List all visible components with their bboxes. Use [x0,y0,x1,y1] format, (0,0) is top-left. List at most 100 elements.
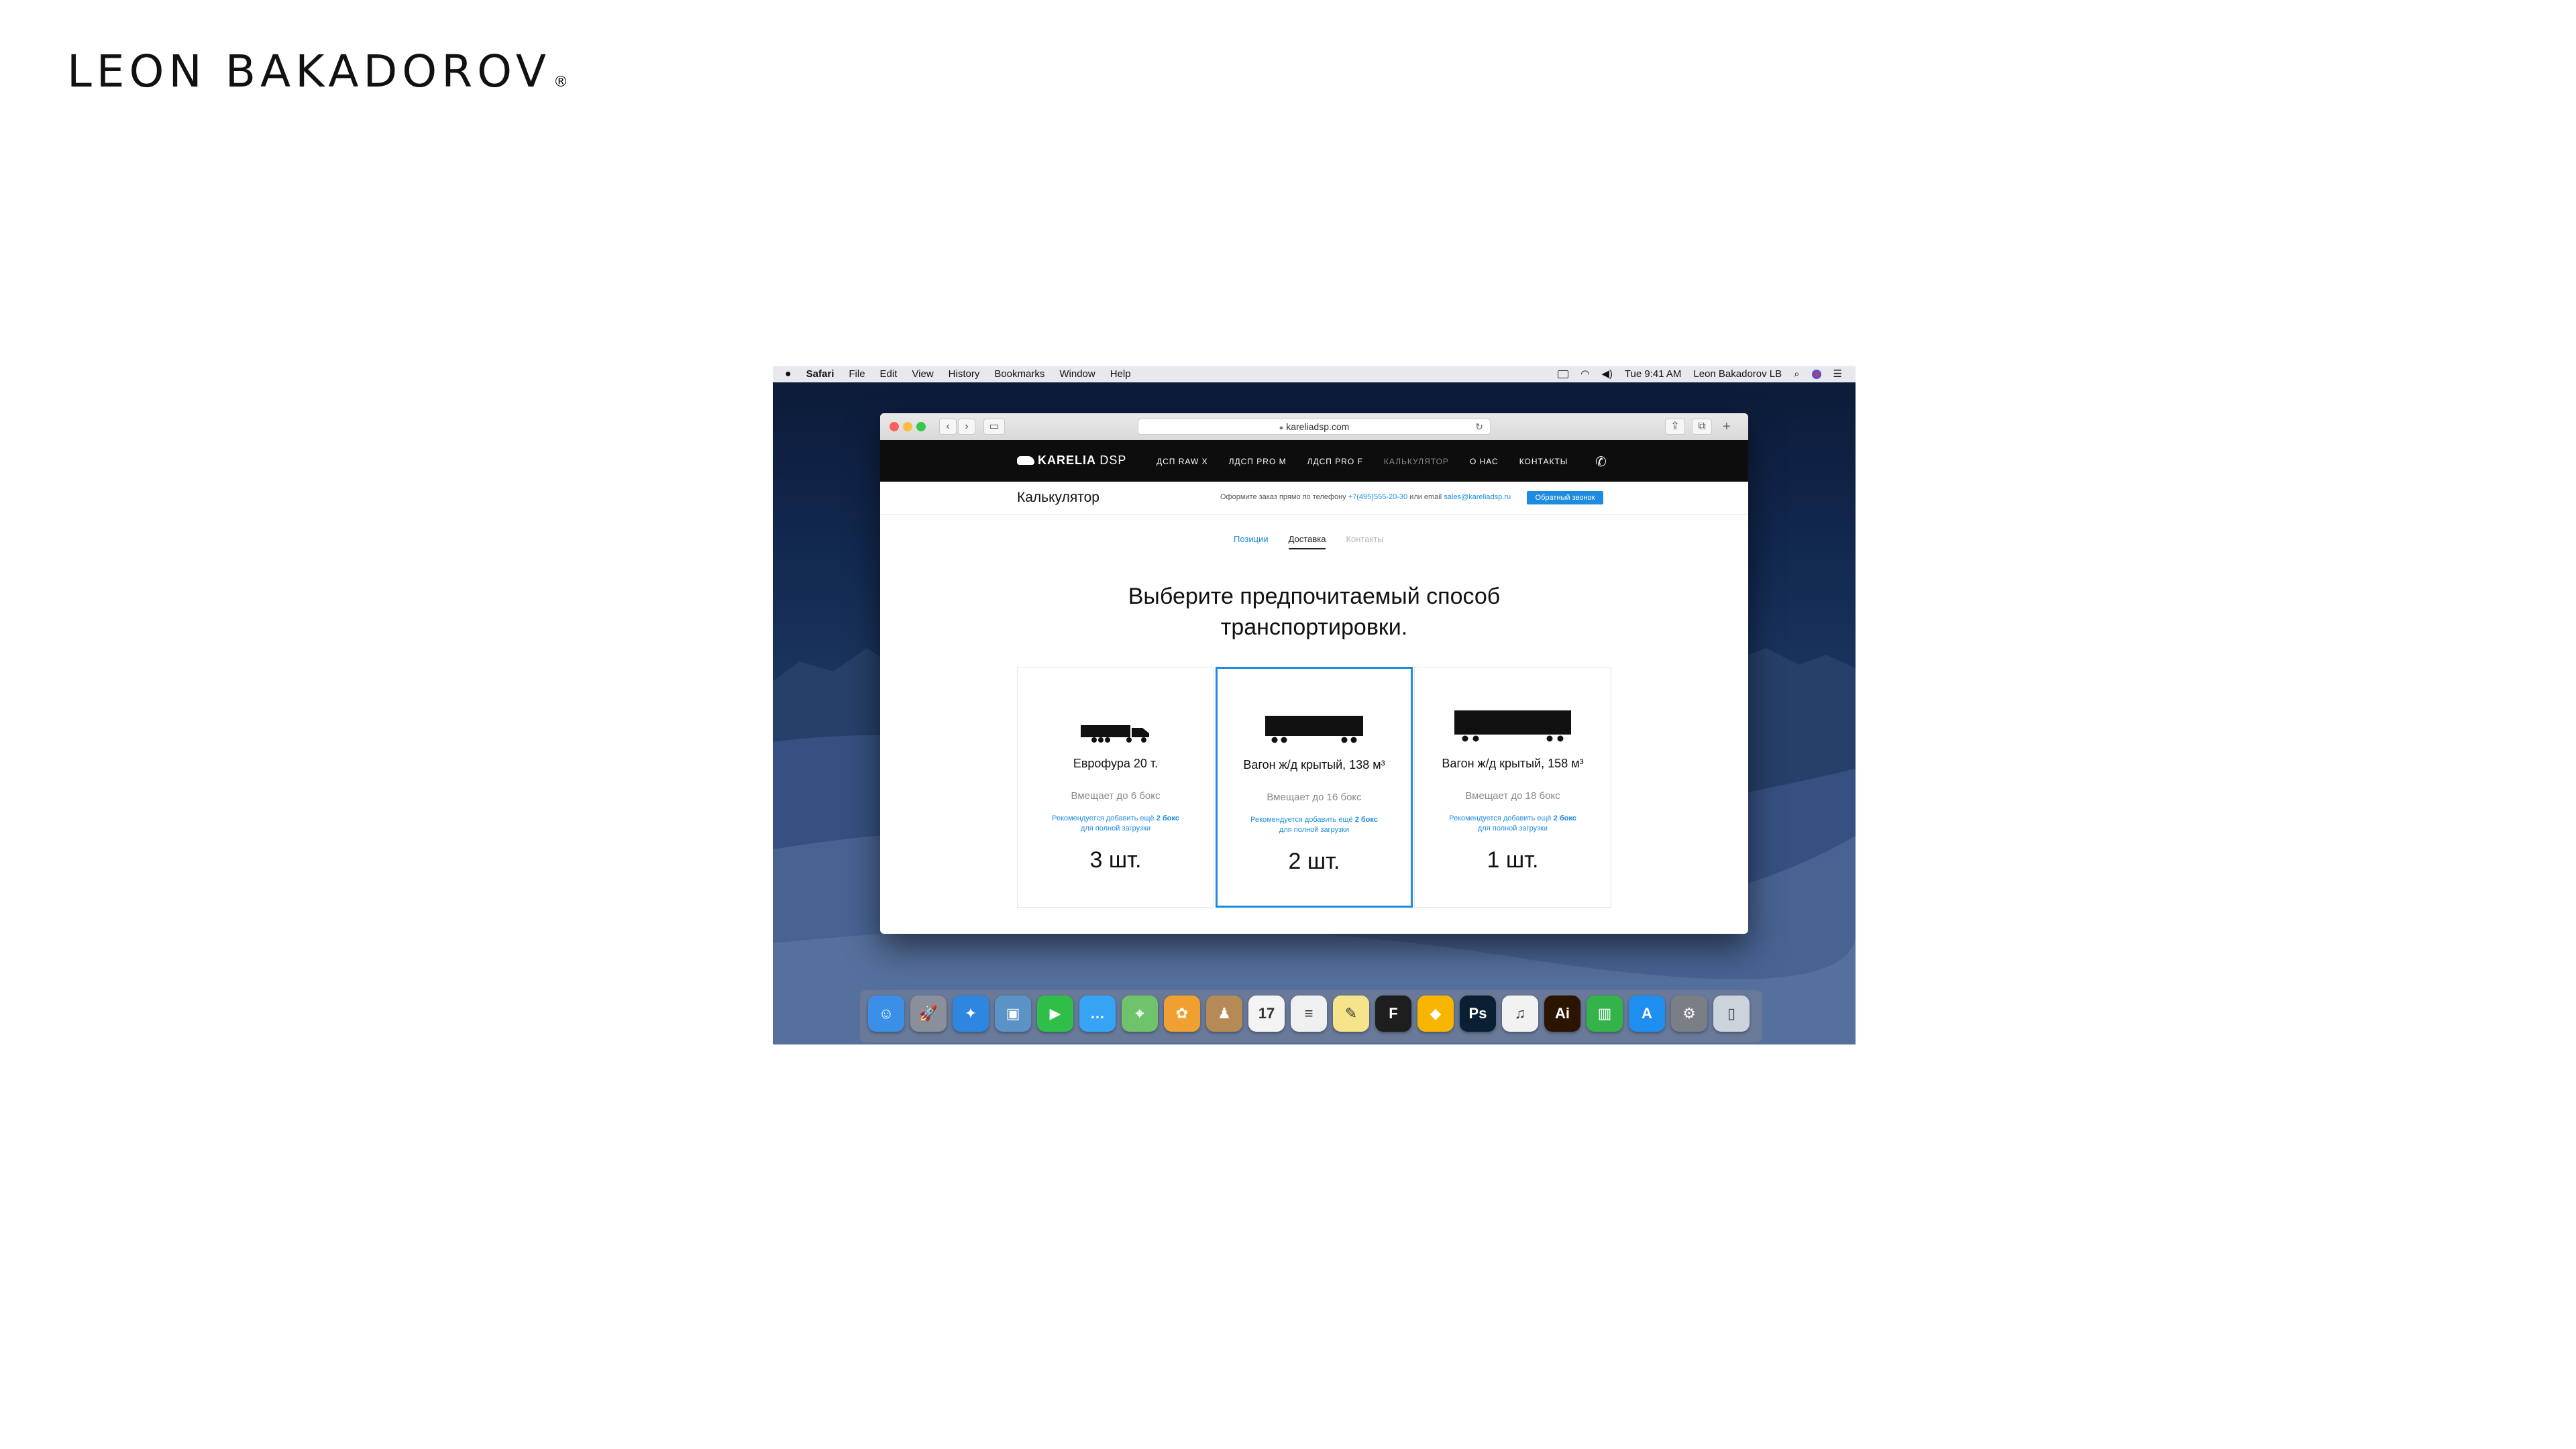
spotlight-icon[interactable]: ⌕ [1794,366,1799,382]
menu-view[interactable]: View [912,366,933,382]
heading-line-2: транспортировки. [1220,614,1408,640]
logo-text: KARELIA [1038,453,1096,467]
menu-help[interactable]: Help [1110,366,1131,382]
card-quantity: 2 шт. [1288,849,1340,874]
mac-screen: ● Safari File Edit View History Bookmark… [773,366,1856,1044]
tab-positions[interactable]: Позиции [1234,534,1269,549]
rec-count: 2 бокс [1553,814,1576,822]
truck-icon [1081,725,1149,743]
sidebar-toggle-icon[interactable]: ▭ [983,419,1005,435]
card-name: Еврофура 20 т. [1073,757,1159,770]
card-recommendation: Рекомендуется добавить ещё 2 бокс для пол… [1415,814,1611,834]
rec-suffix: для полной загрузки [1477,824,1548,833]
app-store-icon[interactable]: A [1629,996,1665,1032]
finder-icon[interactable]: ☺ [868,996,904,1032]
back-button[interactable]: ‹ [939,419,957,435]
system-preferences-icon[interactable]: ⚙ [1671,996,1707,1032]
callback-button[interactable]: Обратный звонок [1527,491,1603,504]
itunes-icon[interactable]: ♫ [1502,996,1538,1032]
order-email-link[interactable]: sales@kareliadsp.ru [1444,493,1511,501]
notes-icon[interactable]: ✎ [1333,996,1369,1032]
page-title: Калькулятор [1017,490,1099,505]
messages-icon[interactable]: … [1079,996,1116,1032]
card-recommendation: Рекомендуется добавить ещё 2 бокс для пол… [1018,814,1214,834]
order-phone-link[interactable]: +7(495)555-20-30 [1348,493,1407,501]
rec-prefix: Рекомендуется добавить ещё [1052,814,1155,822]
menu-bookmarks[interactable]: Bookmarks [994,366,1044,382]
facetime-icon[interactable]: ▶ [1037,996,1073,1032]
nav-contacts[interactable]: КОНТАКТЫ [1519,457,1568,466]
rec-suffix: для полной загрузки [1080,824,1151,833]
tab-contacts[interactable]: Контакты [1346,534,1383,549]
preview-icon[interactable]: ▣ [995,996,1031,1032]
minimize-window-button[interactable] [903,422,912,431]
dock: ☺ 🚀 ✦ ▣ ▶… ⌖ ✿ ♟ 17 ≡ ✎ F ◆ Ps ♫ Ai ▥ A ⚙ ▯ [860,990,1762,1042]
menubar-user[interactable]: Leon Bakadorov LB [1693,366,1782,382]
step-heading: Выберите предпочитаемый способ транспорт… [880,581,1748,643]
illustrator-icon[interactable]: Ai [1544,996,1580,1032]
rec-prefix: Рекомендуется добавить ещё [1250,816,1353,824]
calendar-icon[interactable]: 17 [1248,996,1285,1032]
nav-ldsp-pro-f[interactable]: ЛДСП PRO F [1307,457,1363,466]
logo-suffix: DSP [1099,453,1127,467]
card-name: Вагон ж/д крытый, 158 м³ [1442,757,1584,770]
close-window-button[interactable] [890,422,899,431]
transport-card-wagon-138[interactable]: Вагон ж/д крытый, 138 м³ Вмещает до 16 б… [1216,667,1413,908]
rec-suffix: для полной загрузки [1279,826,1350,834]
card-quantity: 1 шт. [1487,847,1539,873]
card-name: Вагон ж/д крытый, 138 м³ [1243,758,1385,771]
airplay-icon[interactable] [1558,370,1569,378]
menu-file[interactable]: File [849,366,865,382]
nav-ldsp-pro-m[interactable]: ЛДСП PRO M [1229,457,1287,466]
photoshop-icon[interactable]: Ps [1460,996,1496,1032]
site-navbar: KARELIA DSP ДСП RAW X ЛДСП PRO M ЛДСП PR… [880,440,1748,482]
phone-icon[interactable]: ✆ [1595,453,1607,470]
card-recommendation: Рекомендуется добавить ещё 2 бокс для пол… [1218,815,1411,835]
figma-icon[interactable]: F [1375,996,1411,1032]
apple-menu-icon[interactable]: ● [785,366,792,382]
order-info: Оформите заказ прямо по телефону +7(495)… [1220,493,1511,501]
menu-edit[interactable]: Edit [880,366,898,382]
zoom-window-button[interactable] [916,422,926,431]
siri-icon[interactable] [1811,370,1821,379]
bear-logo-icon [1017,456,1034,465]
transport-card-wagon-158[interactable]: Вагон ж/д крытый, 158 м³ Вмещает до 18 б… [1414,667,1611,908]
menubar-clock[interactable]: Tue 9:41 AM [1625,366,1682,382]
contacts-icon[interactable]: ♟ [1206,996,1242,1032]
notification-center-icon[interactable]: ☰ [1833,366,1842,382]
maps-icon[interactable]: ⌖ [1122,996,1158,1032]
menu-app-safari[interactable]: Safari [806,366,835,382]
photos-icon[interactable]: ✿ [1164,996,1200,1032]
forward-button[interactable]: › [958,419,975,435]
address-bar[interactable]: ● kareliadsp.com ↻ [1138,419,1491,435]
new-tab-icon[interactable]: + [1723,419,1731,435]
order-email-text: или email [1409,493,1442,501]
card-capacity: Вмещает до 18 бокс [1465,790,1560,802]
reload-icon[interactable]: ↻ [1475,419,1483,434]
tab-delivery[interactable]: Доставка [1288,534,1326,549]
menu-window[interactable]: Window [1059,366,1095,382]
sketch-icon[interactable]: ◆ [1417,996,1454,1032]
card-capacity: Вмещает до 16 бокс [1267,792,1362,803]
nav-about[interactable]: О НАС [1470,457,1499,466]
brand-logo: LEON BAKADOROV ® [67,42,568,113]
nav-calculator[interactable]: КАЛЬКУЛЯТОР [1384,457,1449,466]
safari-icon[interactable]: ✦ [953,996,989,1032]
trash-icon[interactable]: ▯ [1713,996,1750,1032]
tabs-overview-icon[interactable]: ⧉ [1692,419,1712,435]
nav-dsp-raw-x[interactable]: ДСП RAW X [1157,457,1208,466]
wifi-icon[interactable]: ◠ [1580,366,1589,382]
rec-count: 2 бокс [1156,814,1179,822]
reminders-icon[interactable]: ≡ [1291,996,1327,1032]
transport-card-eurotruck[interactable]: Еврофура 20 т. Вмещает до 6 бокс Рекомен… [1017,667,1214,908]
share-icon[interactable]: ⇪ [1665,419,1685,435]
volume-icon[interactable]: ◀) [1601,366,1613,382]
dock-icons: ☺ 🚀 ✦ ▣ ▶… ⌖ ✿ ♟ 17 ≡ ✎ F ◆ Ps ♫ Ai ▥ A ⚙ ▯ [868,996,1750,1032]
order-text: Оформите заказ прямо по телефону [1220,493,1346,501]
page-subheader: Калькулятор Оформите заказ прямо по теле… [880,482,1748,515]
menu-history[interactable]: History [949,366,980,382]
registered-mark: ® [553,74,569,91]
launchpad-icon[interactable]: 🚀 [910,996,947,1032]
site-logo[interactable]: KARELIA DSP [1017,453,1126,468]
numbers-icon[interactable]: ▥ [1587,996,1623,1032]
